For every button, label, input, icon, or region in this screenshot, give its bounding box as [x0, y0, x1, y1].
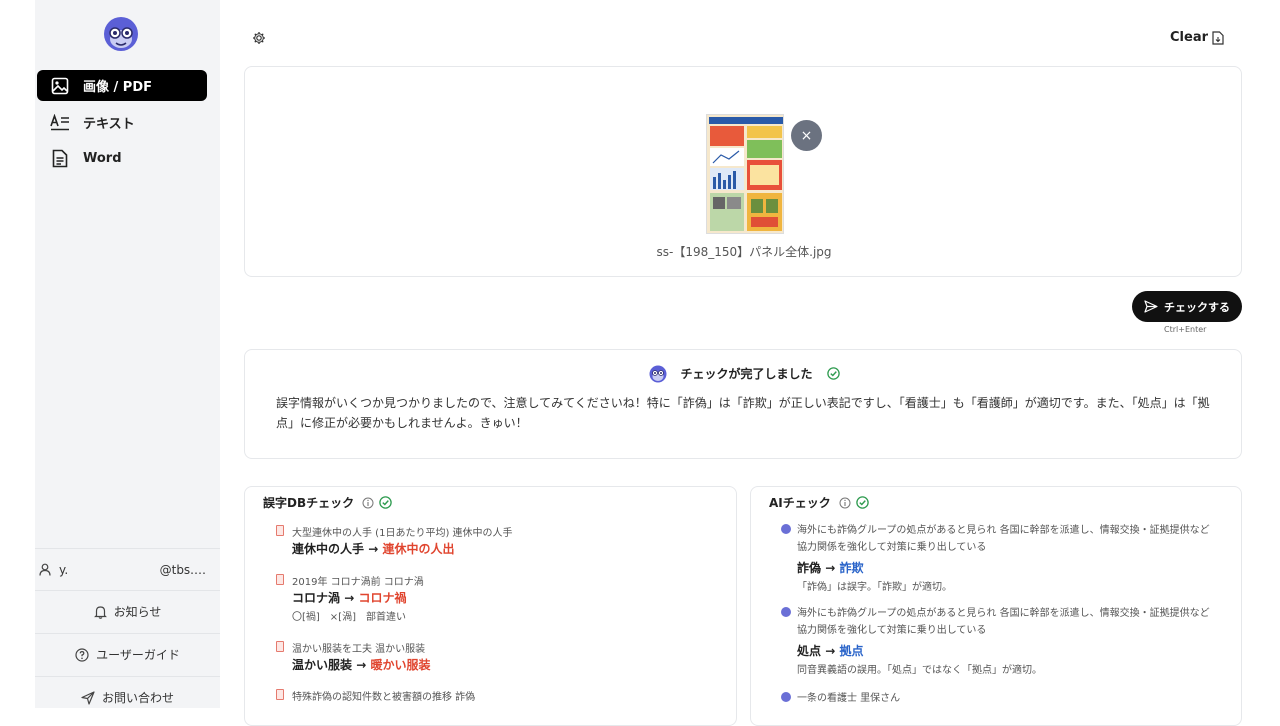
document-icon — [49, 148, 71, 170]
check-circle-icon — [379, 496, 392, 509]
result-title: チェックが完了しました — [245, 363, 1243, 383]
ai-item-source: 海外にも詐偽グループの処点があると見られ 各国に幹部を派遣し、情報交換・証拠提供… — [797, 608, 1210, 636]
sidebar-link-label: ユーザーガイド — [96, 648, 180, 662]
info-icon[interactable] — [839, 497, 851, 509]
mascot-dot-icon — [781, 607, 791, 617]
ai-check-title: AIチェック — [769, 496, 831, 510]
file-name: ss-【198_150】パネル全体.jpg — [656, 245, 832, 259]
app-root: 画像 / PDF テキスト Word y. @tbs.… お知らせ ユーザーガイ… — [0, 0, 1280, 726]
db-item-fix: 温かい服装 → 暖かい服装 — [292, 658, 431, 672]
check-button[interactable]: チェックする — [1132, 291, 1242, 322]
nav-item-text[interactable]: テキスト — [37, 107, 207, 138]
send-icon — [81, 690, 95, 705]
sidebar-link-contact[interactable]: お問い合わせ — [35, 676, 220, 718]
clear-button[interactable]: Clear — [1170, 30, 1208, 45]
check-button-label: チェックする — [1164, 300, 1230, 314]
nav-item-label: テキスト — [83, 117, 135, 132]
user-icon — [39, 563, 51, 576]
ai-item-source: 一条の看護士 里保さん — [797, 693, 901, 704]
nav-item-word[interactable]: Word — [37, 143, 207, 174]
check-circle-icon — [856, 496, 869, 509]
db-item-source: 2019年 コロナ渦前 コロナ渦 — [292, 577, 424, 588]
sidebar: 画像 / PDF テキスト Word y. @tbs.… お知らせ ユーザーガイ… — [35, 0, 220, 708]
text-icon — [49, 112, 71, 134]
ai-item-note: 同音異義語の誤用。「処点」ではなく「拠点」が適切。 — [797, 665, 1042, 676]
warning-tag-icon — [276, 525, 284, 536]
ai-item-source: 海外にも詐偽グループの処点があると見られ 各国に幹部を派遣し、情報交換・証拠提供… — [797, 525, 1210, 553]
ai-item-note: 「詐偽」は誤字。「詐欺」が適切。 — [797, 582, 952, 593]
ai-item-fix: 処点 → 拠点 — [797, 644, 864, 658]
info-icon[interactable] — [362, 497, 374, 509]
file-thumbnail — [706, 114, 784, 234]
db-check-title: 誤字DBチェック — [263, 496, 355, 510]
ai-check-header: AIチェック — [769, 494, 869, 511]
db-item-note: 〇[禍] ×[渦] 部首違い — [292, 612, 406, 623]
main-content: Clear × ss-【198_150】パネル全体.jpg チェックする Ctr… — [220, 0, 1280, 726]
ai-item-fix: 詐偽 → 詐欺 — [797, 561, 864, 575]
warning-tag-icon — [276, 641, 284, 652]
send-icon — [1144, 300, 1158, 313]
db-item-source: 大型連休中の人手 (1日あたり平均) 連休中の人手 — [292, 528, 513, 539]
result-title-text: チェックが完了しました — [680, 366, 813, 381]
result-summary-card: チェックが完了しました 誤字情報がいくつか見つかりましたので、注意してみてくださ… — [244, 349, 1242, 459]
db-item-source: 温かい服装を工夫 温かい服装 — [292, 644, 426, 655]
db-item-fix: 連休中の人手 → 連休中の人出 — [292, 542, 455, 556]
check-circle-icon — [826, 366, 840, 380]
sidebar-link-news[interactable]: お知らせ — [35, 590, 220, 632]
upload-card[interactable]: × ss-【198_150】パネル全体.jpg — [244, 66, 1242, 277]
nav-item-image-pdf[interactable]: 画像 / PDF — [37, 70, 207, 101]
result-message: 誤字情報がいくつか見つかりましたので、注意してみてくださいね！特に「詐偽」は「詐… — [276, 396, 1210, 430]
mascot-logo[interactable] — [100, 12, 142, 54]
sidebar-link-label: お知らせ — [113, 605, 162, 619]
bell-icon — [93, 605, 107, 619]
left-gutter — [0, 0, 35, 720]
mascot-dot-icon — [781, 692, 791, 702]
shortcut-hint: Ctrl+Enter — [1164, 325, 1207, 334]
warning-tag-icon — [276, 574, 284, 585]
db-item-source: 特殊詐偽の認知件数と被害額の推移 詐偽 — [292, 692, 476, 703]
nav-item-label: Word — [83, 151, 122, 166]
db-check-panel: 誤字DBチェック 大型連休中の人手 (1日あたり平均) 連休中の人手 連休中の人… — [244, 486, 737, 726]
sidebar-link-guide[interactable]: ユーザーガイド — [35, 633, 220, 675]
nav-item-label: 画像 / PDF — [83, 80, 152, 95]
remove-file-button[interactable]: × — [791, 120, 822, 151]
db-check-header: 誤字DBチェック — [263, 494, 392, 511]
sidebar-link-label: お問い合わせ — [101, 691, 174, 705]
help-circle-icon — [75, 647, 89, 662]
warning-tag-icon — [276, 689, 284, 700]
mascot-icon — [649, 365, 667, 383]
gear-icon[interactable] — [252, 30, 266, 44]
mascot-dot-icon — [781, 524, 791, 534]
user-name: y. — [59, 562, 69, 577]
file-export-icon[interactable] — [1212, 30, 1226, 45]
image-icon — [49, 75, 71, 97]
user-row[interactable]: y. @tbs.… — [35, 548, 220, 590]
ai-check-panel: AIチェック 海外にも詐偽グループの処点があると見られ 各国に幹部を派遣し、情報… — [750, 486, 1242, 726]
user-email: @tbs.… — [159, 562, 206, 577]
db-item-fix: コロナ渦 → コロナ禍 — [292, 591, 407, 605]
